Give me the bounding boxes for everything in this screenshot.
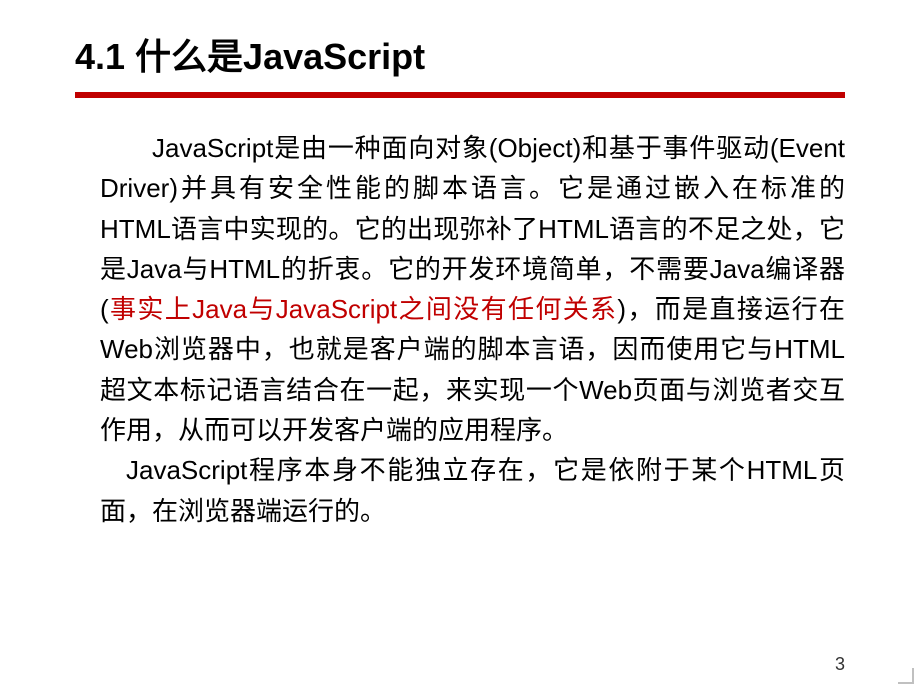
para1-highlight: 事实上Java与JavaScript之间没有任何关系 [109, 294, 618, 324]
para2-text: JavaScript程序本身不能独立存在，它是依附于某个HTML页面，在浏览器端… [100, 455, 845, 525]
paragraph-2: JavaScript程序本身不能独立存在，它是依附于某个HTML页面，在浏览器端… [100, 450, 845, 531]
paragraph-1: JavaScript是由一种面向对象(Object)和基于事件驱动(Event … [100, 128, 845, 450]
slide-content: JavaScript是由一种面向对象(Object)和基于事件驱动(Event … [0, 98, 920, 531]
corner-decoration [894, 664, 914, 684]
slide-title: 4.1 什么是JavaScript [0, 0, 920, 92]
page-number: 3 [835, 654, 845, 675]
